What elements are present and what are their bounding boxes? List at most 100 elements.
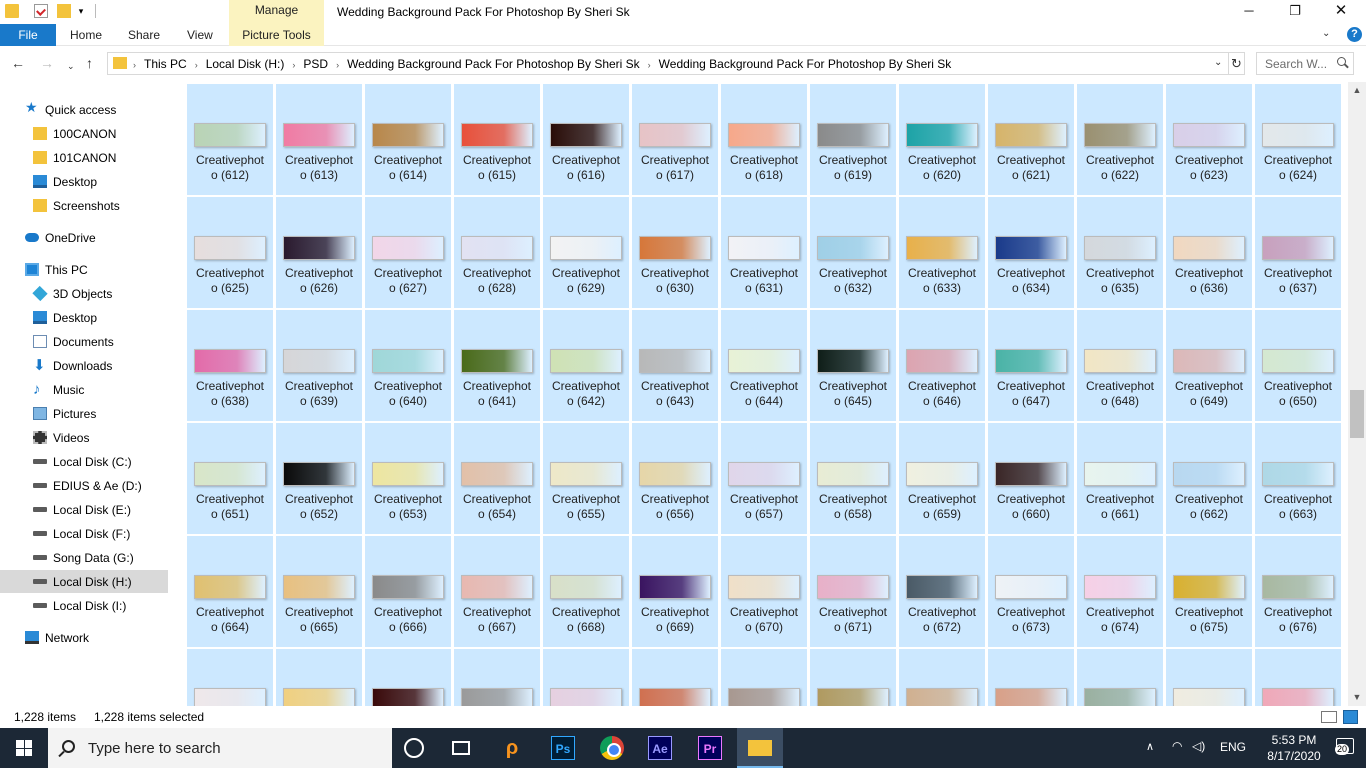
tab-file[interactable]: File bbox=[0, 24, 56, 46]
nav-item[interactable]: Local Disk (C:) bbox=[0, 450, 168, 473]
file-item[interactable]: Creativephot o (614) bbox=[365, 84, 451, 195]
breadcrumb-separator-icon[interactable]: › bbox=[292, 60, 295, 70]
file-item[interactable]: Creativephot o (644) bbox=[721, 310, 807, 421]
file-item[interactable]: Creativephot o (627) bbox=[365, 197, 451, 308]
nav-item[interactable]: Pictures bbox=[0, 402, 168, 425]
file-item[interactable]: Creativephot o (648) bbox=[1077, 310, 1163, 421]
file-item[interactable]: Creativephot o (634) bbox=[988, 197, 1074, 308]
address-history-chevron-icon[interactable]: ⌄ bbox=[1214, 57, 1222, 68]
file-item[interactable] bbox=[1077, 649, 1163, 706]
breadcrumb-item[interactable]: This PC bbox=[144, 57, 187, 71]
file-item[interactable]: Creativephot o (638) bbox=[187, 310, 273, 421]
file-item[interactable]: Creativephot o (615) bbox=[454, 84, 540, 195]
file-item[interactable]: Creativephot o (674) bbox=[1077, 536, 1163, 647]
new-folder-icon[interactable] bbox=[57, 4, 71, 18]
file-item[interactable]: Creativephot o (666) bbox=[365, 536, 451, 647]
nav-item[interactable]: Desktop bbox=[0, 170, 168, 193]
clock-date[interactable]: 8/17/2020 bbox=[1260, 749, 1328, 763]
file-item[interactable]: Creativephot o (672) bbox=[899, 536, 985, 647]
after-effects-icon[interactable]: Ae bbox=[648, 736, 672, 760]
file-item[interactable]: Creativephot o (641) bbox=[454, 310, 540, 421]
breadcrumb-separator-icon[interactable]: › bbox=[648, 60, 651, 70]
file-item[interactable]: Creativephot o (645) bbox=[810, 310, 896, 421]
nav-item[interactable]: Local Disk (F:) bbox=[0, 522, 168, 545]
file-item[interactable]: Creativephot o (639) bbox=[276, 310, 362, 421]
file-item[interactable]: Creativephot o (665) bbox=[276, 536, 362, 647]
nav-item[interactable]: EDIUS & Ae (D:) bbox=[0, 474, 168, 497]
file-item[interactable]: Creativephot o (652) bbox=[276, 423, 362, 534]
nav-item[interactable]: Local Disk (I:) bbox=[0, 594, 168, 617]
file-item[interactable]: Creativephot o (619) bbox=[810, 84, 896, 195]
file-item[interactable]: Creativephot o (654) bbox=[454, 423, 540, 534]
customize-toolbar-chevron-icon[interactable]: ▾ bbox=[77, 6, 85, 16]
file-item[interactable]: Creativephot o (647) bbox=[988, 310, 1074, 421]
file-item[interactable]: Creativephot o (640) bbox=[365, 310, 451, 421]
breadcrumb-item[interactable]: Local Disk (H:) bbox=[206, 57, 285, 71]
file-item[interactable]: Creativephot o (635) bbox=[1077, 197, 1163, 308]
scroll-down-icon[interactable]: ▼ bbox=[1348, 689, 1366, 706]
nav-item[interactable]: Videos bbox=[0, 426, 168, 449]
file-item[interactable]: Creativephot o (673) bbox=[988, 536, 1074, 647]
breadcrumb-separator-icon[interactable]: › bbox=[195, 60, 198, 70]
breadcrumb-separator-icon[interactable]: › bbox=[133, 60, 136, 70]
nav-item[interactable]: 3D Objects bbox=[0, 282, 168, 305]
nav-item[interactable]: Documents bbox=[0, 330, 168, 353]
volume-icon[interactable]: ◁) bbox=[1192, 739, 1205, 753]
file-item[interactable]: Creativephot o (617) bbox=[632, 84, 718, 195]
file-item[interactable]: Creativephot o (630) bbox=[632, 197, 718, 308]
back-arrow-icon[interactable]: ← bbox=[11, 55, 25, 71]
file-item[interactable]: Creativephot o (620) bbox=[899, 84, 985, 195]
folder-icon[interactable] bbox=[5, 4, 19, 18]
file-item[interactable]: Creativephot o (621) bbox=[988, 84, 1074, 195]
vertical-scrollbar[interactable]: ▲ ▼ bbox=[1348, 82, 1366, 706]
up-arrow-icon[interactable]: ↑ bbox=[86, 55, 93, 71]
file-item[interactable]: Creativephot o (667) bbox=[454, 536, 540, 647]
breadcrumb-item[interactable]: Wedding Background Pack For Photoshop By… bbox=[347, 57, 640, 71]
file-item[interactable]: Creativephot o (618) bbox=[721, 84, 807, 195]
file-item[interactable]: Creativephot o (671) bbox=[810, 536, 896, 647]
file-item[interactable] bbox=[543, 649, 629, 706]
nav-item[interactable]: Screenshots bbox=[0, 194, 168, 217]
file-item[interactable] bbox=[632, 649, 718, 706]
file-item[interactable]: Creativephot o (676) bbox=[1255, 536, 1341, 647]
wifi-icon[interactable]: ◠ bbox=[1172, 739, 1182, 753]
file-item[interactable] bbox=[276, 649, 362, 706]
nav-item[interactable]: ⬇ Downloads bbox=[0, 354, 168, 377]
file-item[interactable]: Creativephot o (626) bbox=[276, 197, 362, 308]
file-item[interactable]: Creativephot o (658) bbox=[810, 423, 896, 534]
file-item[interactable] bbox=[1166, 649, 1252, 706]
file-item[interactable]: Creativephot o (622) bbox=[1077, 84, 1163, 195]
file-item[interactable]: Creativephot o (655) bbox=[543, 423, 629, 534]
file-item[interactable]: Creativephot o (668) bbox=[543, 536, 629, 647]
file-item[interactable]: Creativephot o (612) bbox=[187, 84, 273, 195]
cortana-icon[interactable] bbox=[404, 738, 424, 758]
file-item[interactable]: Creativephot o (632) bbox=[810, 197, 896, 308]
file-item[interactable]: Creativephot o (642) bbox=[543, 310, 629, 421]
tab-picture-tools[interactable]: Picture Tools bbox=[229, 24, 324, 46]
breadcrumb-item[interactable]: PSD bbox=[303, 57, 328, 71]
breadcrumb-item[interactable]: Wedding Background Pack For Photoshop By… bbox=[659, 57, 952, 71]
show-hidden-icons-chevron-icon[interactable]: ∧ bbox=[1146, 740, 1154, 753]
expand-ribbon-icon[interactable]: ⌄ bbox=[1322, 28, 1330, 39]
file-item[interactable] bbox=[187, 649, 273, 706]
nav-item[interactable]: Desktop bbox=[0, 306, 168, 329]
file-item[interactable]: Creativephot o (613) bbox=[276, 84, 362, 195]
tab-view[interactable]: View bbox=[187, 24, 213, 46]
nav-item[interactable]: ♪ Music bbox=[0, 378, 168, 401]
refresh-icon[interactable]: ↻ bbox=[1229, 52, 1245, 75]
file-item[interactable]: Creativephot o (669) bbox=[632, 536, 718, 647]
tab-share[interactable]: Share bbox=[128, 24, 160, 46]
file-item[interactable] bbox=[1255, 649, 1341, 706]
file-item[interactable] bbox=[365, 649, 451, 706]
file-item[interactable]: Creativephot o (675) bbox=[1166, 536, 1252, 647]
file-item[interactable]: Creativephot o (625) bbox=[187, 197, 273, 308]
nav-item[interactable]: OneDrive bbox=[0, 226, 168, 249]
file-item[interactable]: Creativephot o (616) bbox=[543, 84, 629, 195]
chrome-icon[interactable] bbox=[600, 736, 624, 760]
file-item[interactable]: Creativephot o (650) bbox=[1255, 310, 1341, 421]
minimize-button[interactable]: ─ bbox=[1226, 0, 1272, 24]
search-input[interactable]: Search W... bbox=[1256, 52, 1354, 75]
nav-item[interactable]: 101CANON bbox=[0, 146, 168, 169]
scroll-up-icon[interactable]: ▲ bbox=[1348, 82, 1366, 99]
file-item[interactable]: Creativephot o (633) bbox=[899, 197, 985, 308]
